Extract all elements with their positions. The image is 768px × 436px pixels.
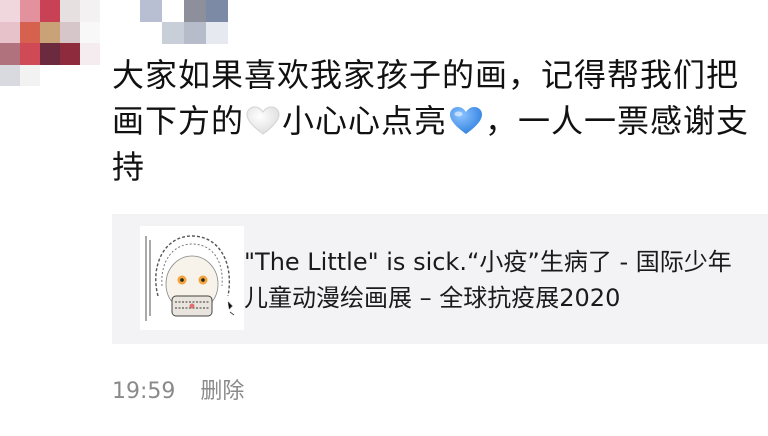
moments-post: 大家如果喜欢我家孩子的画，记得帮我们把画下方的小心心点亮，一人一票感谢支持 [0, 0, 768, 436]
post-text: 大家如果喜欢我家孩子的画，记得帮我们把画下方的 小心心点亮 ，一人一票感谢支持 [112, 52, 762, 190]
link-title: "The Little" is sick.“小疫”生病了 - 国际少年儿童动漫绘… [244, 248, 732, 312]
link-thumbnail-icon [140, 226, 244, 330]
white-heart-icon [246, 106, 280, 136]
delete-link[interactable]: 删除 [200, 379, 244, 404]
shared-link-card[interactable]: "The Little" is sick.“小疫”生病了 - 国际少年儿童动漫绘… [112, 214, 768, 344]
post-text-part2: 小心心点亮 [282, 102, 448, 140]
blue-heart-icon [449, 106, 483, 136]
avatar[interactable] [0, 0, 100, 86]
post-meta: 19:59 删除 [112, 376, 244, 408]
nickname-mosaic[interactable] [118, 0, 228, 44]
post-time: 19:59 [112, 379, 176, 404]
